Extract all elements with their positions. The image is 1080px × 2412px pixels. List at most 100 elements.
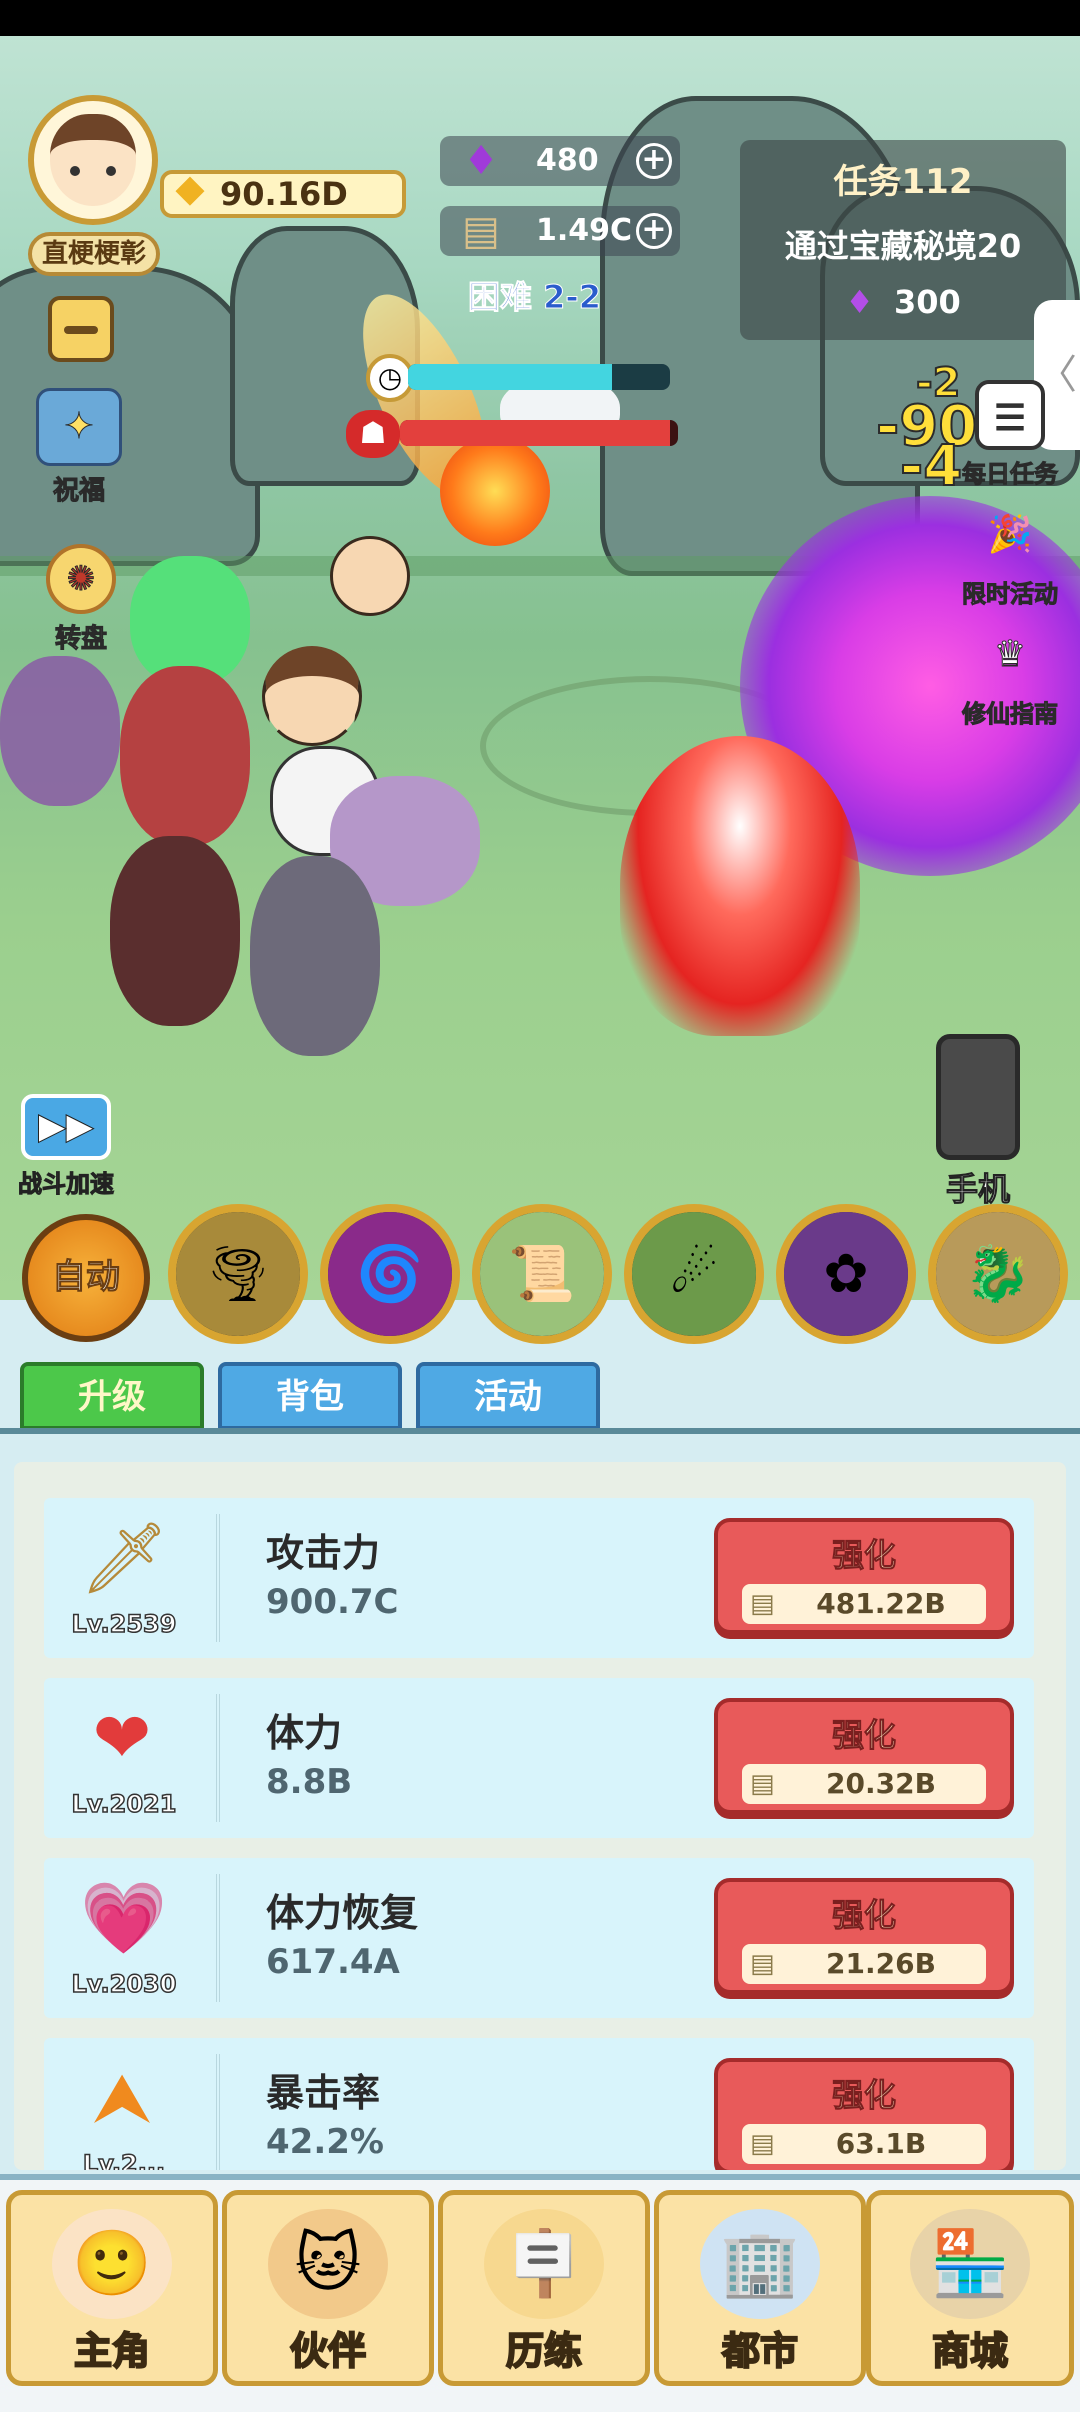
upgrade-button[interactable]: 强化 ▤ 481.22B — [714, 1518, 1014, 1634]
upgrade-cost-value: 21.26B — [826, 1947, 936, 1980]
tab-activity[interactable]: 活动 — [416, 1362, 600, 1430]
nav-city[interactable]: 🏢 都市 — [654, 2190, 866, 2386]
player-avatar[interactable] — [28, 95, 158, 225]
upgrade-button[interactable]: 强化 ▤ 20.32B — [714, 1698, 1014, 1814]
phone-icon — [936, 1034, 1020, 1160]
hero-icon: 🙂 — [52, 2209, 172, 2319]
skill-slot-6[interactable]: 🐉 — [928, 1204, 1068, 1344]
upgrade-button-label: 强化 — [831, 1716, 896, 1755]
nav-training[interactable]: 🪧 历练 — [438, 2190, 650, 2386]
vortex-skill-icon: 🌀 — [328, 1212, 452, 1336]
blessing-icon: ✦ — [36, 388, 122, 466]
skill-slot-5[interactable]: ✿ — [776, 1204, 916, 1344]
cash-count: 1.49C — [536, 213, 633, 248]
nav-partner[interactable]: 🐱 伙伴 — [222, 2190, 434, 2386]
skill-slot-2[interactable]: 🌀 — [320, 1204, 460, 1344]
battle-timer-bar — [408, 364, 670, 390]
phone-label: 手机 — [945, 1170, 1010, 1209]
upgrade-name: 体力 — [266, 1711, 343, 1755]
task-reward: ♦ 300 — [740, 283, 1066, 321]
daily-task-button[interactable]: ☰ 每日任务 — [962, 380, 1059, 489]
city-building-icon: 🏢 — [700, 2209, 820, 2319]
nav-label: 伙伴 — [289, 2328, 367, 2374]
ally-elder — [110, 836, 240, 1026]
add-gems-button[interactable]: + — [636, 143, 672, 179]
guide-label: 修仙指南 — [962, 700, 1059, 729]
cash-stack-icon: ▤ — [462, 208, 500, 254]
skill-slot-3[interactable]: 📜 — [472, 1204, 612, 1344]
battle-timer-fill — [408, 364, 613, 390]
guide-button[interactable]: ♛ 修仙指南 — [962, 620, 1059, 729]
tab-backpack[interactable]: 背包 — [218, 1362, 402, 1430]
cash-stack-icon: ▤ — [750, 1949, 775, 1979]
fast-forward-icon: ▶▶ — [21, 1094, 111, 1160]
gem-icon: ♦ — [845, 283, 874, 321]
upgrade-row: 💗 Lv.2030 体力恢复 617.4A 强化 ▤ 21.26B — [44, 1858, 1034, 2018]
upgrade-row: ❤ Lv.2021 体力 8.8B 强化 ▤ 20.32B — [44, 1678, 1034, 1838]
upgrade-row: 🗡 Lv.2539 攻击力 900.7C 强化 ▤ 481.22B — [44, 1498, 1034, 1658]
add-cash-button[interactable]: + — [636, 213, 672, 249]
blessing-button[interactable]: ✦ 祝福 — [36, 388, 122, 507]
skill-slot-4[interactable]: ☄ — [624, 1204, 764, 1344]
battle-speed-button[interactable]: ▶▶ 战斗加速 — [18, 1094, 115, 1199]
upgrade-level: Lv.2539 — [71, 1609, 177, 1639]
phone-button[interactable]: 手机 — [936, 1034, 1020, 1210]
nav-shop[interactable]: 🏪 商城 — [866, 2190, 1074, 2386]
cash-stack-icon: ▤ — [750, 2129, 775, 2159]
task-description: 通过宝藏秘境20 — [784, 227, 1022, 265]
ally-red-hair — [120, 666, 250, 846]
upgrade-level: Lv.2... — [82, 2149, 166, 2170]
immortal-guide-icon: ♛ — [993, 634, 1027, 676]
crit-arrow-icon: ⮝ — [92, 2057, 152, 2139]
skill-slot-1[interactable]: 🌪 — [168, 1204, 308, 1344]
upgrade-value: 617.4A — [266, 1942, 400, 1982]
wheel-button[interactable]: ✺ 转盘 — [46, 544, 116, 655]
blessing-label: 祝福 — [52, 476, 105, 507]
auto-battle-button[interactable]: 自动 — [22, 1214, 150, 1342]
upgrade-button[interactable]: 强化 ▤ 21.26B — [714, 1878, 1014, 1994]
devil-icon: ☗ — [346, 410, 400, 458]
upgrade-value: 42.2% — [266, 2122, 384, 2162]
shop-stall-icon: 🏪 — [910, 2209, 1030, 2319]
upgrade-level: Lv.2021 — [71, 1789, 177, 1819]
comet-skill-icon: ☄ — [632, 1212, 756, 1336]
upgrade-cost: ▤ 20.32B — [742, 1764, 986, 1804]
task-title: 任务112 — [833, 162, 973, 202]
upgrade-name: 体力恢复 — [266, 1891, 419, 1935]
task-panel[interactable]: 任务112 通过宝藏秘境20 ♦ 300 — [740, 140, 1066, 340]
upgrade-cost: ▤ 63.1B — [742, 2124, 986, 2164]
limited-event-label: 限时活动 — [962, 580, 1059, 609]
boss-hp-fill — [400, 420, 670, 446]
upgrade-list[interactable]: 🗡 Lv.2539 攻击力 900.7C 强化 ▤ 481.22B ❤ Lv.20… — [14, 1462, 1066, 2170]
upgrade-button-label: 强化 — [831, 1536, 896, 1575]
tab-divider — [0, 1428, 1080, 1434]
divider — [216, 2054, 236, 2170]
nav-label: 都市 — [721, 2328, 799, 2374]
fire-tornado-effect — [620, 736, 860, 1036]
clock-icon: ◷ — [366, 354, 414, 402]
upgrade-row: ⮝ Lv.2... 暴击率 42.2% 强化 ▤ 63.1B — [44, 2038, 1034, 2170]
upgrade-button[interactable]: 强化 ▤ 63.1B — [714, 2058, 1014, 2170]
upgrade-cost-value: 20.32B — [826, 1767, 936, 1800]
nav-hero[interactable]: 🙂 主角 — [6, 2190, 218, 2386]
player-face — [50, 114, 136, 206]
heart-regen-icon: 💗 — [80, 1877, 168, 1959]
tab-upgrade[interactable]: 升级 — [20, 1362, 204, 1430]
fan-skill-icon: ✿ — [784, 1212, 908, 1336]
training-sign-icon: 🪧 — [484, 2209, 604, 2319]
upgrade-button-label: 强化 — [831, 1896, 896, 1935]
heart-icon: ❤ — [92, 1697, 152, 1779]
damage-number: -4 — [899, 433, 963, 500]
status-bar — [0, 0, 1080, 36]
fireball-effect — [440, 436, 550, 546]
divider — [216, 1514, 236, 1642]
cash-stack-icon: ▤ — [750, 1589, 775, 1619]
divider — [216, 1694, 236, 1822]
upgrade-level: Lv.2030 — [71, 1969, 177, 1999]
upgrade-cost-value: 63.1B — [835, 2127, 927, 2160]
upgrade-cost: ▤ 481.22B — [742, 1584, 986, 1624]
collapse-menu-button[interactable] — [48, 296, 114, 362]
party-popper-icon: 🎉 — [987, 514, 1033, 556]
beast-skill-icon: 🐉 — [936, 1212, 1060, 1336]
limited-event-button[interactable]: 🎉 限时活动 — [962, 500, 1059, 609]
